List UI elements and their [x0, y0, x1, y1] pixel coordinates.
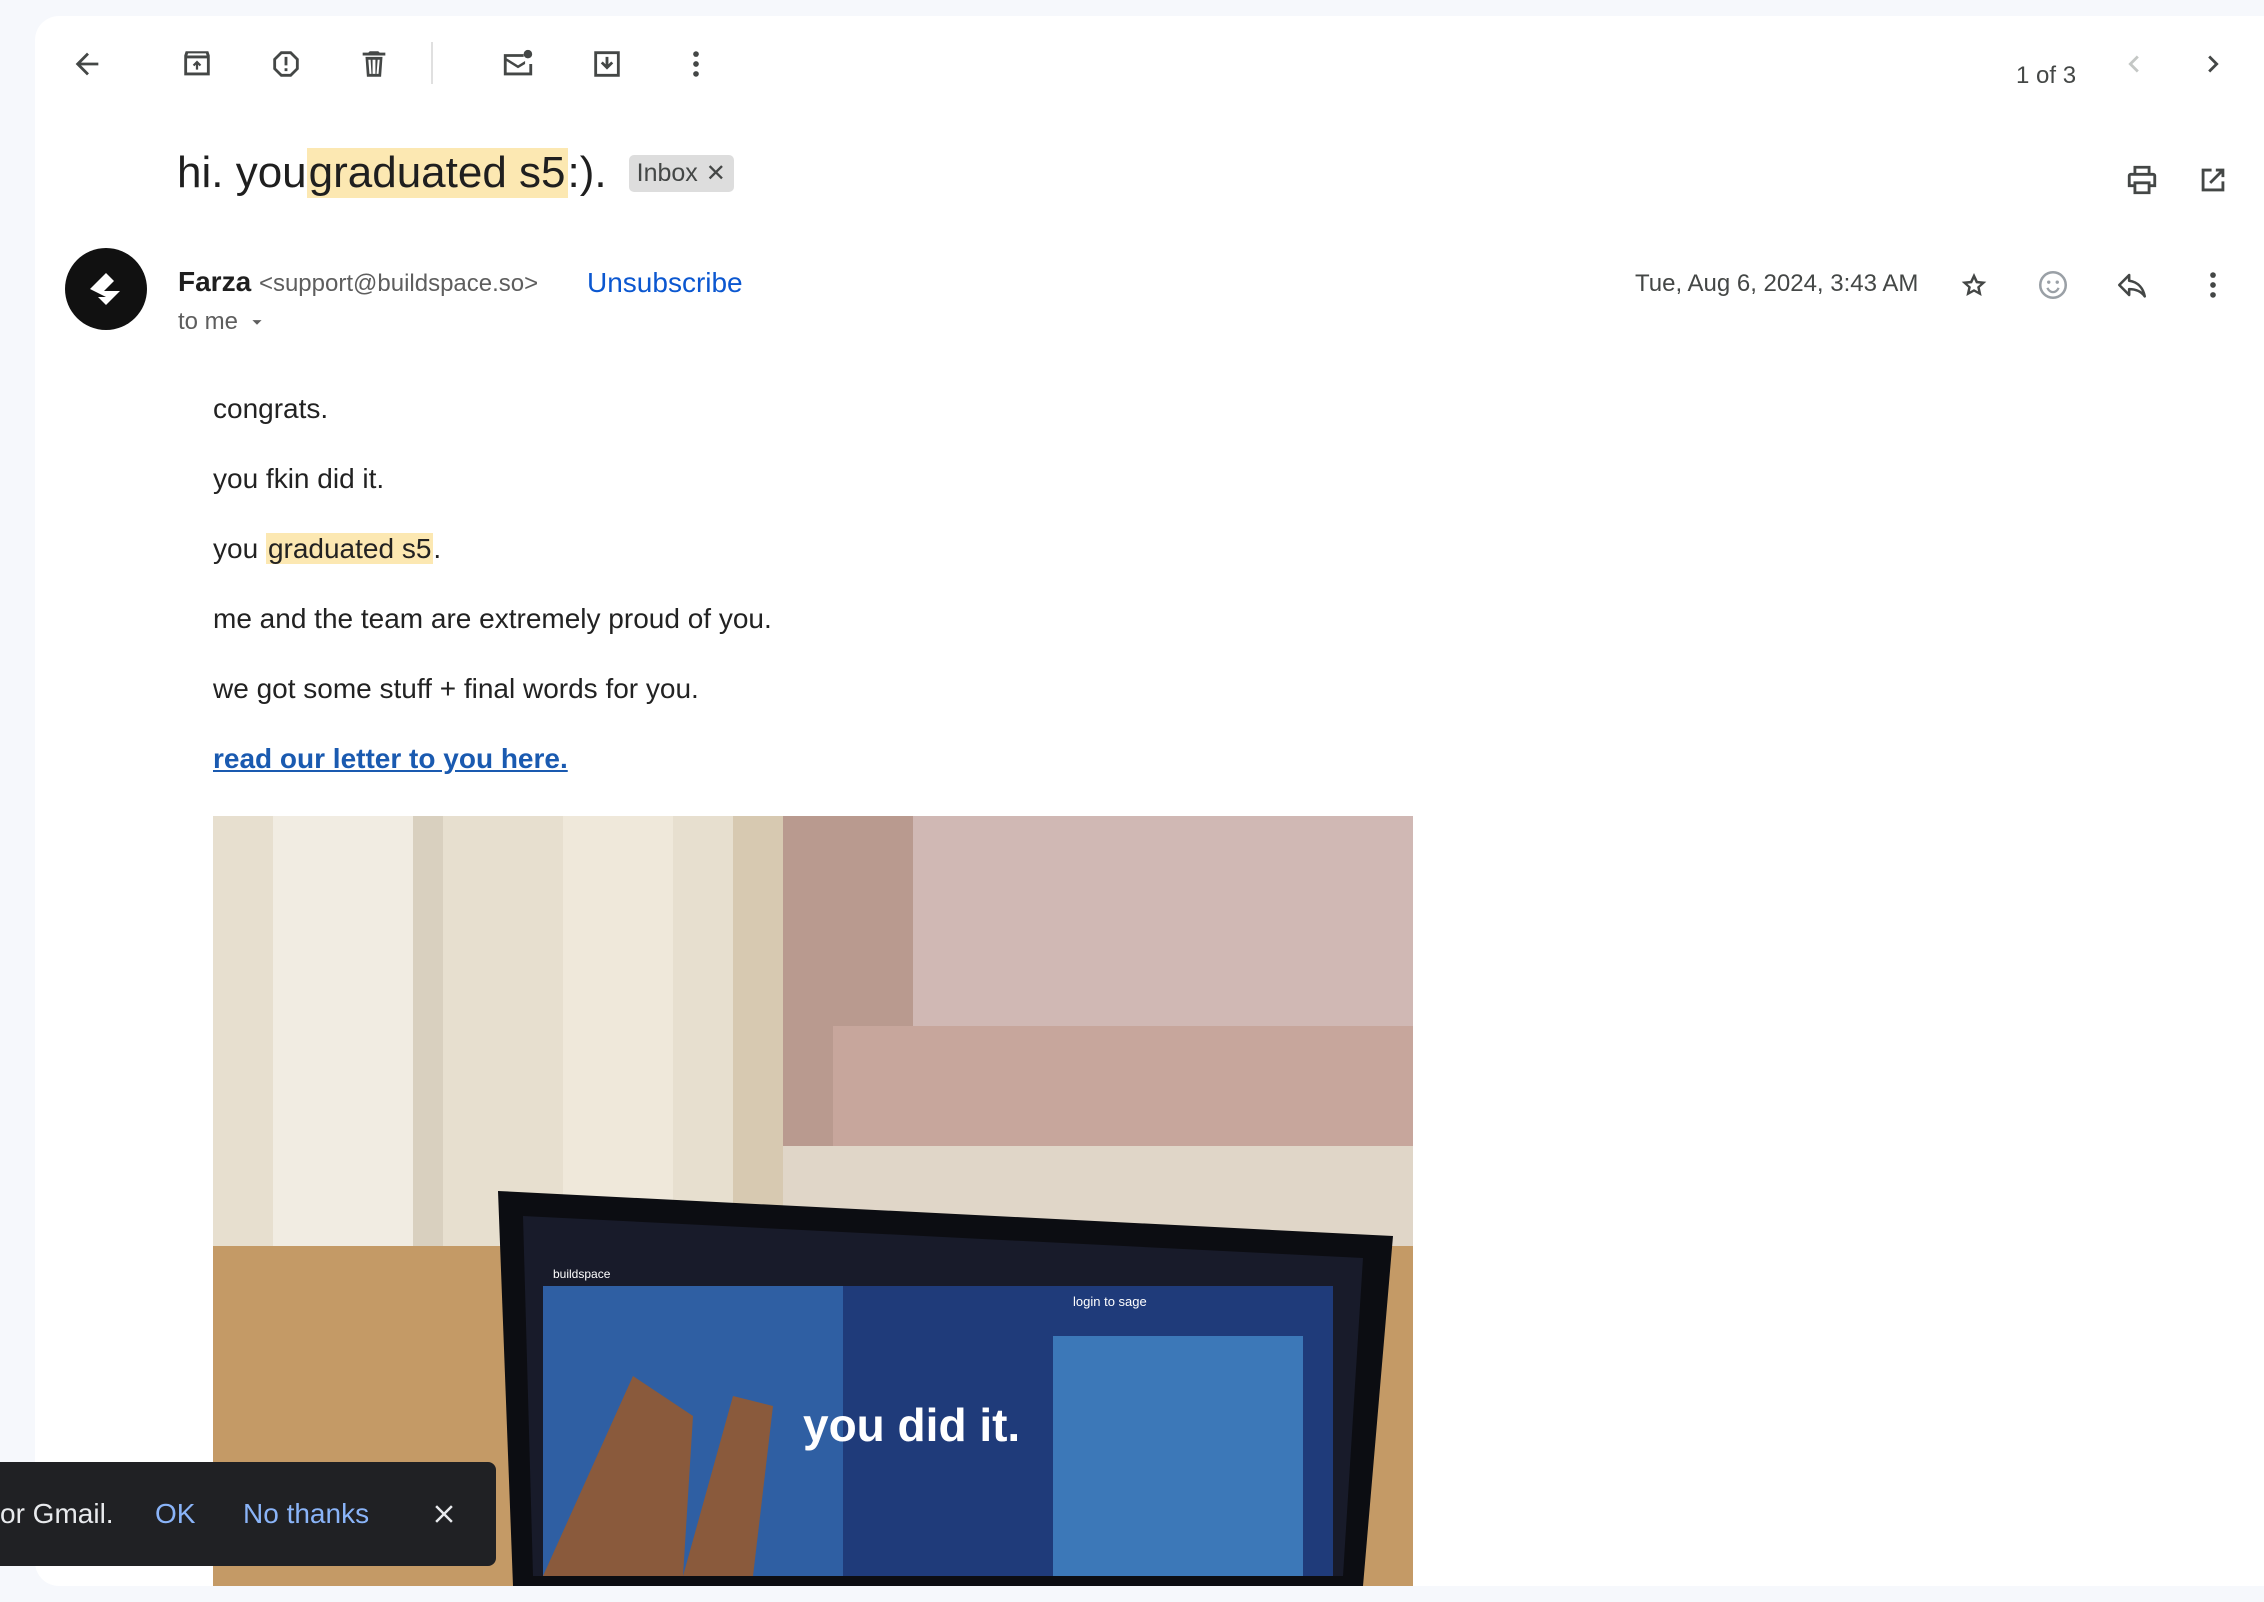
- subject-text-pre: hi. you: [177, 148, 307, 197]
- email-body: congrats. you fkin did it. you graduated…: [213, 392, 772, 812]
- snackbar-no-thanks-button[interactable]: No thanks: [243, 1498, 369, 1530]
- open-in-new-icon: [2201, 168, 2225, 192]
- snackbar-close-button[interactable]: [424, 1494, 464, 1534]
- caret-down-icon: [252, 320, 262, 325]
- subject-highlight: graduated s5: [306, 148, 568, 198]
- more-vert-icon: [693, 51, 699, 77]
- sender-line: Farza <support@buildspace.so>: [178, 266, 538, 298]
- print-button[interactable]: [2118, 156, 2166, 204]
- snackbar-ok-button[interactable]: OK: [155, 1498, 195, 1530]
- body-paragraph: you graduated s5.: [213, 532, 772, 602]
- react-emoji-button[interactable]: [2029, 261, 2077, 309]
- sender-avatar[interactable]: [65, 248, 147, 330]
- back-button[interactable]: [63, 40, 111, 88]
- more-options-button[interactable]: [672, 40, 720, 88]
- more-vert-icon: [2210, 272, 2216, 298]
- report-spam-icon: [273, 51, 299, 77]
- letter-link[interactable]: read our letter to you here.: [213, 743, 568, 774]
- photo-screen-title: you did it.: [803, 1399, 1020, 1451]
- star-icon: [1961, 272, 1987, 297]
- body-text: .: [433, 533, 442, 564]
- chevron-right-icon: [2208, 55, 2219, 73]
- print-icon: [2127, 165, 2157, 195]
- pager-count: 1 of 3: [2016, 62, 2077, 89]
- archive-button[interactable]: [173, 40, 221, 88]
- email-view: 1 of 3 hi. you graduated s5 :). Inbox ✕ …: [35, 16, 2264, 1586]
- body-highlight: graduated s5: [265, 533, 434, 564]
- photo-screen-brand: buildspace: [553, 1267, 611, 1281]
- sender-name[interactable]: Farza: [178, 266, 251, 297]
- snackbar-message: or Gmail.: [0, 1498, 114, 1529]
- emoji-icon: [2038, 270, 2068, 300]
- subject-text-post: :).: [567, 148, 607, 197]
- photo-screen-login: login to sage: [1073, 1294, 1147, 1309]
- email-subject: hi. you graduated s5 :). Inbox ✕: [177, 148, 734, 198]
- snackbar: or Gmail. OK No thanks: [0, 1462, 496, 1566]
- star-button[interactable]: [1950, 261, 1998, 309]
- body-paragraph: me and the team are extremely proud of y…: [213, 603, 772, 634]
- mark-unread-button[interactable]: [494, 40, 542, 88]
- sender-email: <support@buildspace.so>: [258, 270, 539, 297]
- move-to-button[interactable]: [583, 40, 631, 88]
- archive-icon: [184, 51, 210, 76]
- buildspace-logo-icon: [90, 273, 120, 305]
- open-new-window-button[interactable]: [2189, 156, 2237, 204]
- older-button[interactable]: [2189, 40, 2237, 88]
- body-paragraph: you fkin did it.: [213, 463, 385, 494]
- email-date: Tue, Aug 6, 2024, 3:43 AM: [1635, 270, 1919, 297]
- inbox-label-chip: Inbox ✕: [628, 154, 734, 192]
- recipient-details-toggle[interactable]: to me: [178, 308, 268, 336]
- trash-icon: [362, 51, 386, 77]
- delete-button[interactable]: [350, 40, 398, 88]
- reply-button[interactable]: [2108, 261, 2156, 309]
- report-spam-button[interactable]: [262, 40, 310, 88]
- move-to-icon: [594, 51, 620, 77]
- body-paragraph: read our letter to you here.: [213, 742, 772, 812]
- chevron-left-icon: [2128, 55, 2139, 73]
- recipient-text: to me: [178, 308, 239, 335]
- newer-button[interactable]: [2110, 40, 2158, 88]
- label-text: Inbox: [636, 158, 698, 187]
- toolbar-divider: [431, 42, 433, 84]
- message-more-button[interactable]: [2189, 261, 2237, 309]
- mark-unread-icon: [503, 49, 533, 76]
- body-paragraph: we got some stuff + final words for you.: [213, 673, 699, 704]
- unsubscribe-link[interactable]: Unsubscribe: [587, 267, 743, 299]
- arrow-left-icon: [75, 52, 99, 76]
- body-paragraph: congrats.: [213, 393, 329, 424]
- remove-label-icon[interactable]: ✕: [706, 159, 726, 188]
- close-icon: [435, 1505, 453, 1523]
- reply-icon: [2117, 273, 2147, 298]
- body-text: you: [213, 533, 266, 564]
